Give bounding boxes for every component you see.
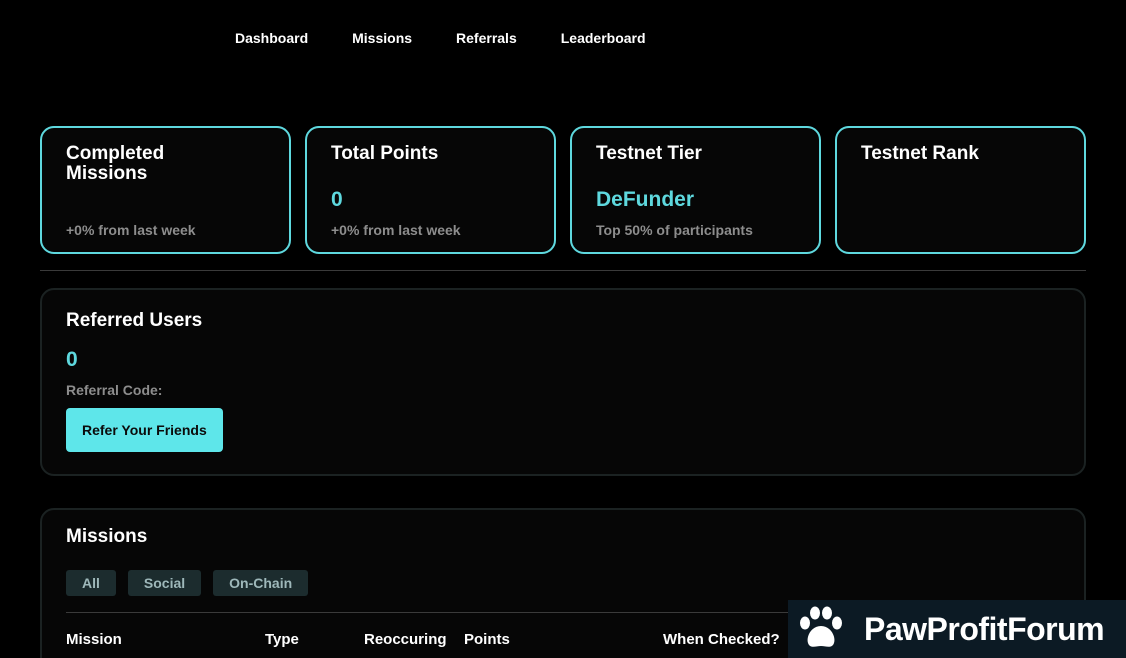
stats-row: Completed Missions +0% from last week To… xyxy=(40,126,1086,254)
top-nav: Dashboard Missions Referrals Leaderboard xyxy=(235,30,646,46)
filter-social[interactable]: Social xyxy=(127,570,202,596)
nav-referrals[interactable]: Referrals xyxy=(456,30,517,46)
referred-users-count: 0 xyxy=(66,348,78,371)
stat-value: 0 xyxy=(331,188,343,211)
stat-subtext: +0% from last week xyxy=(331,222,461,238)
section-divider xyxy=(40,270,1086,271)
filter-on-chain[interactable]: On-Chain xyxy=(213,570,309,596)
stat-value: DeFunder xyxy=(596,188,695,211)
pawprofitforum-watermark: PawProfitForum xyxy=(788,600,1126,658)
stat-title: Total Points xyxy=(331,143,439,164)
referrals-panel: Referred Users 0 Referral Code: Refer Yo… xyxy=(40,288,1086,476)
stat-card-completed-missions: Completed Missions +0% from last week xyxy=(40,126,291,254)
column-header-points[interactable]: Points xyxy=(464,631,510,648)
nav-leaderboard[interactable]: Leaderboard xyxy=(561,30,646,46)
stat-card-testnet-rank: Testnet Rank xyxy=(835,126,1086,254)
column-header-when-checked[interactable]: When Checked? xyxy=(663,631,780,648)
referrals-title: Referred Users xyxy=(66,310,203,331)
paw-icon xyxy=(796,604,846,654)
refer-friends-button[interactable]: Refer Your Friends xyxy=(66,408,223,452)
missions-filters: All Social On-Chain xyxy=(66,570,1060,596)
stat-card-testnet-tier: Testnet Tier DeFunder Top 50% of partici… xyxy=(570,126,821,254)
column-header-reoccuring[interactable]: Reoccuring xyxy=(364,631,447,648)
column-header-type[interactable]: Type xyxy=(265,631,299,648)
stat-title: Testnet Rank xyxy=(861,143,979,164)
stat-subtext: Top 50% of participants xyxy=(596,222,753,238)
nav-missions[interactable]: Missions xyxy=(352,30,412,46)
filter-all[interactable]: All xyxy=(66,570,116,596)
missions-title: Missions xyxy=(66,526,148,547)
watermark-text: PawProfitForum xyxy=(864,610,1105,647)
stat-title: Testnet Tier xyxy=(596,143,702,164)
nav-dashboard[interactable]: Dashboard xyxy=(235,30,308,46)
stat-title: Completed Missions xyxy=(66,143,165,184)
stat-card-total-points: Total Points 0 +0% from last week xyxy=(305,126,556,254)
column-header-mission[interactable]: Mission xyxy=(66,631,122,648)
referral-code-label: Referral Code: xyxy=(66,382,163,398)
stat-subtext: +0% from last week xyxy=(66,222,196,238)
